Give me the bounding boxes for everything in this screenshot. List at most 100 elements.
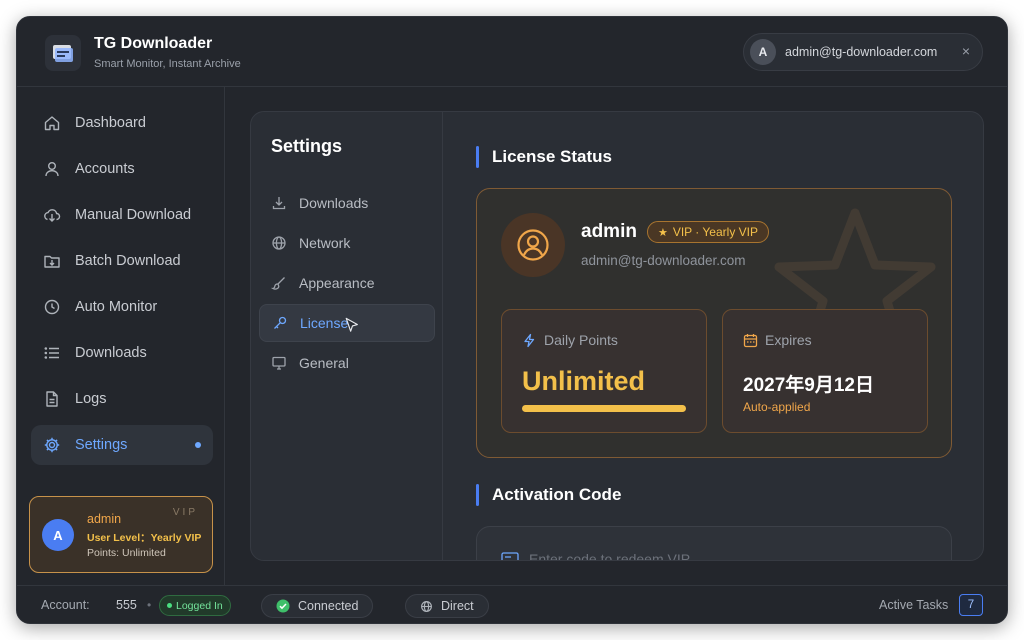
brush-icon — [271, 277, 285, 290]
license-card: admin ★ VIP · Yearly VIP admin@tg-downlo… — [476, 188, 952, 458]
daily-points-bar — [522, 405, 686, 412]
heading-accent-bar — [476, 484, 479, 506]
connection-status-pill[interactable]: Connected — [261, 594, 374, 618]
section-title: License Status — [492, 147, 612, 166]
vip-badge-text: VIP · Yearly VIP — [672, 225, 758, 239]
globe-icon — [272, 236, 286, 250]
expires-note: Auto-applied — [743, 400, 811, 414]
daily-points-box: Daily Points Unlimited — [501, 309, 707, 433]
expires-label: Expires — [765, 332, 812, 348]
connection-status-text: Connected — [298, 599, 359, 613]
globe-icon — [421, 600, 432, 612]
app-title: TG Downloader — [94, 35, 213, 52]
license-status-heading: License Status — [476, 146, 612, 168]
sidebar-item-label: Dashboard — [75, 115, 146, 131]
sidebar-item-batch-download[interactable]: Batch Download — [31, 241, 213, 281]
settings-tab-appearance[interactable]: Appearance — [259, 264, 435, 302]
sidebar-item-dashboard[interactable]: Dashboard — [31, 103, 213, 143]
user-icon — [45, 162, 59, 177]
expires-value: 2027年9月12日 — [743, 375, 874, 396]
license-user-row: admin ★ VIP · Yearly VIP — [581, 221, 769, 243]
home-icon — [44, 116, 60, 131]
logged-in-badge: Logged In — [159, 595, 231, 616]
user-email: admin@tg-downloader.com — [785, 45, 938, 59]
vip-watermark-text: VIP — [172, 507, 198, 518]
footer-separator: • — [147, 598, 152, 612]
main-area: Settings Downloads Network Appearance Li… — [226, 87, 1007, 585]
settings-nav: Settings Downloads Network Appearance Li… — [251, 112, 443, 560]
expires-box: Expires 2027年9月12日 Auto-applied — [722, 309, 928, 433]
proxy-mode-pill[interactable]: Direct — [405, 594, 489, 618]
sidebar-item-label: Accounts — [75, 161, 135, 177]
star-icon: ★ — [657, 226, 668, 239]
active-tasks-count[interactable]: 7 — [959, 594, 983, 616]
license-email: admin@tg-downloader.com — [581, 253, 746, 268]
settings-tab-label: License — [300, 315, 349, 331]
settings-panel: Settings Downloads Network Appearance Li… — [250, 111, 984, 561]
user-avatar: A — [750, 39, 776, 65]
key-icon — [274, 316, 287, 329]
activation-code-input[interactable]: Enter code to redeem VIP — [501, 551, 691, 561]
monitor-icon — [272, 356, 286, 370]
avatar: A — [42, 519, 74, 551]
app-header: TG Downloader Smart Monitor, Instant Arc… — [17, 17, 1007, 87]
ticket-icon — [501, 552, 519, 560]
daily-points-label: Daily Points — [544, 332, 618, 348]
expires-header: Expires — [743, 332, 812, 348]
logged-in-text: Logged In — [176, 599, 223, 612]
settings-tab-license[interactable]: License — [259, 304, 435, 342]
sidebar-item-label: Downloads — [75, 345, 147, 361]
settings-tab-label: Appearance — [299, 275, 375, 291]
status-bar: Account: 555 • Logged In Connected Direc… — [17, 585, 1007, 623]
vip-user-card[interactable]: A admin VIP User Level：Yearly VIP Points… — [29, 496, 213, 573]
document-icon — [46, 391, 58, 407]
sidebar: Dashboard Accounts Manual Download Batch… — [17, 87, 225, 585]
lightning-icon — [524, 333, 535, 347]
status-badge: ★ VIP · Yearly VIP — [646, 221, 769, 243]
heading-accent-bar — [476, 146, 479, 168]
section-title: Activation Code — [492, 485, 622, 504]
footer-account-label: Account: — [41, 598, 90, 612]
activation-code-placeholder: Enter code to redeem VIP — [529, 551, 691, 561]
vip-card-points: Points: Unlimited — [87, 547, 166, 559]
sidebar-item-accounts[interactable]: Accounts — [31, 149, 213, 189]
gear-icon — [44, 437, 60, 453]
license-username: admin — [581, 221, 637, 242]
calendar-icon — [743, 333, 758, 347]
cloud-download-icon — [44, 209, 61, 222]
app-logo-icon — [45, 35, 81, 71]
settings-tab-downloads[interactable]: Downloads — [259, 184, 435, 222]
settings-tab-label: Downloads — [299, 195, 369, 211]
close-icon[interactable]: × — [962, 43, 970, 59]
settings-tab-label: Network — [299, 235, 351, 251]
vip-card-level: User Level：Yearly VIP — [87, 532, 202, 544]
list-icon — [44, 347, 59, 359]
sidebar-item-manual-download[interactable]: Manual Download — [31, 195, 213, 235]
folder-download-icon — [44, 255, 60, 268]
daily-points-header: Daily Points — [522, 332, 618, 348]
settings-tab-label: General — [299, 355, 349, 371]
sidebar-item-settings[interactable]: Settings — [31, 425, 213, 465]
sidebar-item-logs[interactable]: Logs — [31, 379, 213, 419]
active-indicator-dot — [195, 442, 201, 448]
sidebar-item-label: Manual Download — [75, 207, 192, 223]
sidebar-item-label: Logs — [75, 391, 107, 407]
settings-tab-network[interactable]: Network — [259, 224, 435, 262]
activation-code-card: Enter code to redeem VIP — [476, 526, 952, 561]
license-content: License Status admin ★ VIP · Yearly VIP — [444, 112, 983, 561]
license-avatar — [501, 213, 565, 277]
settings-title: Settings — [271, 136, 343, 156]
status-dot — [167, 603, 172, 608]
app-window: TG Downloader Smart Monitor, Instant Arc… — [16, 16, 1008, 624]
daily-points-value: Unlimited — [522, 366, 646, 396]
user-account-pill[interactable]: A admin@tg-downloader.com × — [743, 33, 983, 71]
vip-card-name: admin — [87, 512, 122, 526]
sidebar-item-downloads[interactable]: Downloads — [31, 333, 213, 373]
sidebar-item-auto-monitor[interactable]: Auto Monitor — [31, 287, 213, 327]
activation-code-heading: Activation Code — [476, 484, 621, 506]
settings-tab-general[interactable]: General — [259, 344, 435, 382]
proxy-mode-text: Direct — [441, 599, 474, 613]
active-tasks-label: Active Tasks — [879, 598, 949, 612]
sidebar-item-label: Settings — [75, 437, 128, 453]
app-subtitle: Smart Monitor, Instant Archive — [94, 58, 241, 70]
